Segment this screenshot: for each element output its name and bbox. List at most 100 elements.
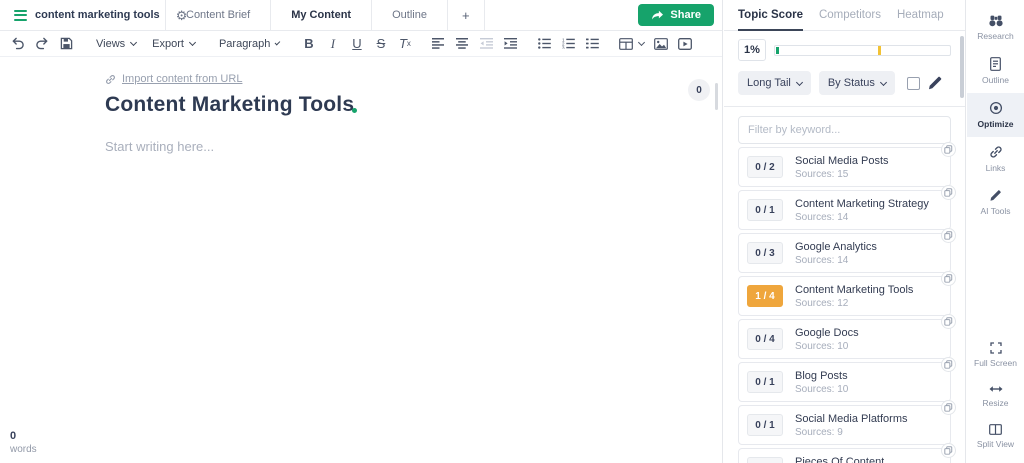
copy-icon bbox=[944, 403, 953, 412]
target-marker bbox=[878, 46, 881, 55]
sidebar-item-optimize[interactable]: Optimize bbox=[967, 93, 1024, 137]
keyword-card[interactable]: 0 / 1 Pieces Of Content Sources: 7 bbox=[738, 448, 951, 463]
keyword-card[interactable]: 0 / 1 Social Media Platforms Sources: 9 bbox=[738, 405, 951, 445]
export-dropdown[interactable]: Export bbox=[144, 33, 203, 55]
checklist-button[interactable] bbox=[581, 33, 605, 55]
paragraph-style-select[interactable]: Paragraph bbox=[211, 33, 287, 55]
redo-button[interactable] bbox=[30, 33, 54, 55]
indent-icon bbox=[504, 38, 517, 49]
keyword-sources: Sources: 9 bbox=[795, 427, 908, 438]
score-badge: 0 bbox=[688, 79, 710, 101]
sidebar-item-label: AI Tools bbox=[980, 206, 1010, 216]
keyword-card[interactable]: 0 / 4 Google Docs Sources: 10 bbox=[738, 319, 951, 359]
save-button[interactable] bbox=[54, 33, 78, 55]
panel-scrollbar[interactable] bbox=[960, 36, 964, 98]
editor-placeholder[interactable]: Start writing here... bbox=[105, 139, 722, 154]
sidebar-item-ai-tools[interactable]: AI Tools bbox=[967, 181, 1024, 224]
sidebar-item-full-screen[interactable]: Full Screen bbox=[967, 334, 1024, 376]
copy-keyword-button[interactable] bbox=[941, 271, 956, 286]
topbar-spacer bbox=[485, 0, 639, 30]
long-tail-dropdown[interactable]: Long Tail bbox=[738, 71, 811, 95]
strikethrough-button[interactable]: S bbox=[369, 33, 393, 55]
keyword-card[interactable]: 0 / 2 Social Media Posts Sources: 15 bbox=[738, 147, 951, 187]
sidebar-item-research[interactable]: Research bbox=[967, 6, 1024, 49]
tab-label: My Content bbox=[291, 9, 351, 21]
copy-keyword-button[interactable] bbox=[941, 185, 956, 200]
tab-competitors[interactable]: Competitors bbox=[819, 0, 881, 30]
document-heading[interactable]: Content Marketing Tools bbox=[105, 93, 722, 117]
menu-icon[interactable] bbox=[14, 7, 27, 23]
indent-button[interactable] bbox=[499, 33, 523, 55]
chevron-down-icon bbox=[130, 39, 137, 46]
top-bar: content marketing tools ⚙ Content Brief … bbox=[0, 0, 722, 31]
copy-keyword-button[interactable] bbox=[941, 357, 956, 372]
align-left-button[interactable] bbox=[427, 33, 451, 55]
link-icon bbox=[105, 74, 116, 85]
sidebar-item-links[interactable]: Links bbox=[967, 137, 1024, 181]
keyword-card[interactable]: 1 / 4 Content Marketing Tools Sources: 1… bbox=[738, 276, 951, 316]
keyword-text: Social Media Posts Sources: 15 bbox=[795, 155, 889, 180]
copy-icon bbox=[944, 446, 953, 455]
tab-outline[interactable]: Outline bbox=[371, 0, 447, 30]
sidebar-item-split-view[interactable]: Split View bbox=[967, 416, 1024, 457]
share-button[interactable]: Share bbox=[638, 4, 714, 26]
keyword-filter-input[interactable] bbox=[738, 116, 951, 144]
word-count: 0 words bbox=[10, 430, 37, 455]
document-title: content marketing tools bbox=[35, 9, 160, 21]
editor-scrollbar[interactable] bbox=[715, 83, 718, 110]
keyword-card[interactable]: 0 / 3 Google Analytics Sources: 14 bbox=[738, 233, 951, 273]
clear-formatting-button[interactable]: Tx bbox=[393, 33, 417, 55]
progress-fill bbox=[776, 47, 779, 54]
numbered-list-button[interactable]: 123 bbox=[557, 33, 581, 55]
tab-label: Competitors bbox=[819, 9, 881, 21]
keyword-card[interactable]: 0 / 1 Blog Posts Sources: 10 bbox=[738, 362, 951, 402]
copy-keyword-button[interactable] bbox=[941, 142, 956, 157]
tab-topic-score[interactable]: Topic Score bbox=[738, 0, 803, 31]
tab-my-content[interactable]: My Content bbox=[270, 0, 371, 30]
underline-button[interactable]: U bbox=[345, 33, 369, 55]
copy-keyword-button[interactable] bbox=[941, 314, 956, 329]
copy-icon bbox=[944, 145, 953, 154]
insert-video-button[interactable] bbox=[673, 33, 697, 55]
outdent-icon bbox=[480, 38, 493, 49]
keyword-term: Pieces Of Content bbox=[795, 456, 884, 463]
sidebar-item-label: Full Screen bbox=[974, 358, 1017, 368]
keyword-sources: Sources: 15 bbox=[795, 169, 889, 180]
resize-arrow-icon bbox=[989, 384, 1003, 394]
heading-text: Content Marketing Tools bbox=[105, 93, 354, 116]
copy-keyword-button[interactable] bbox=[941, 228, 956, 243]
undo-button[interactable] bbox=[6, 33, 30, 55]
outdent-button[interactable] bbox=[475, 33, 499, 55]
copy-keyword-button[interactable] bbox=[941, 400, 956, 415]
pen-icon bbox=[989, 189, 1002, 202]
sidebar-item-resize[interactable]: Resize bbox=[967, 376, 1024, 416]
tab-heatmap[interactable]: Heatmap bbox=[897, 0, 944, 30]
add-tab-button[interactable]: + bbox=[447, 0, 485, 30]
insert-table-button[interactable] bbox=[615, 33, 649, 55]
bullet-list-button[interactable] bbox=[533, 33, 557, 55]
bold-button[interactable]: B bbox=[297, 33, 321, 55]
views-dropdown[interactable]: Views bbox=[88, 33, 144, 55]
keyword-term: Google Analytics bbox=[795, 241, 877, 253]
tab-label: Heatmap bbox=[897, 9, 944, 21]
sidebar-item-label: Resize bbox=[983, 398, 1009, 408]
formatting-toolbar: Views Export Paragraph B I U S Tx bbox=[0, 31, 722, 57]
import-link-label: Import content from URL bbox=[122, 73, 242, 85]
clear-format-t: T bbox=[399, 36, 407, 51]
import-from-url-link[interactable]: Import content from URL bbox=[105, 73, 722, 85]
align-center-button[interactable] bbox=[451, 33, 475, 55]
highlight-checkbox[interactable] bbox=[907, 77, 920, 90]
insert-image-button[interactable] bbox=[649, 33, 673, 55]
highlighter-icon[interactable] bbox=[928, 76, 942, 90]
align-center-icon bbox=[456, 38, 469, 49]
copy-keyword-button[interactable] bbox=[941, 443, 956, 458]
bullet-list-icon bbox=[538, 38, 551, 49]
keyword-card[interactable]: 0 / 1 Content Marketing Strategy Sources… bbox=[738, 190, 951, 230]
keyword-count-badge: 0 / 2 bbox=[747, 156, 783, 178]
status-dropdown[interactable]: By Status bbox=[819, 71, 895, 95]
italic-button[interactable]: I bbox=[321, 33, 345, 55]
copy-icon bbox=[944, 360, 953, 369]
sidebar-item-outline[interactable]: Outline bbox=[967, 49, 1024, 93]
tab-content-brief[interactable]: Content Brief bbox=[165, 0, 270, 30]
editor-canvas[interactable]: Import content from URL Content Marketin… bbox=[0, 73, 722, 154]
